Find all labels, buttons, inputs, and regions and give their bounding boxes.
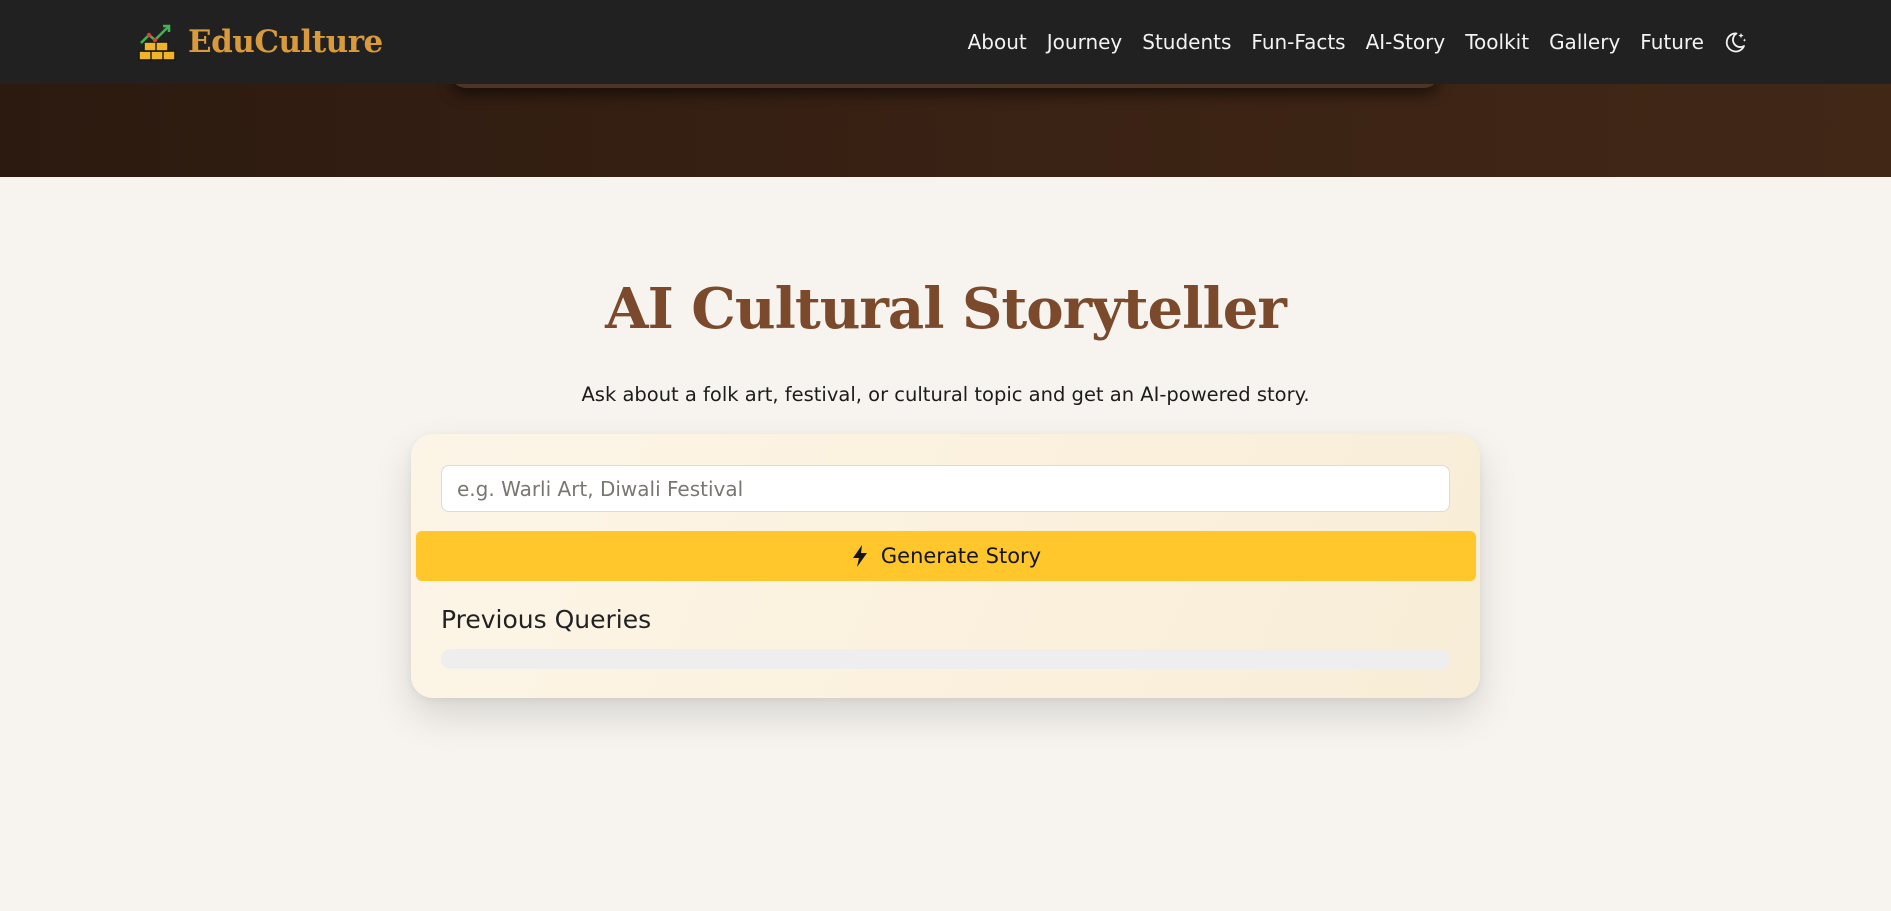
generate-story-label: Generate Story	[880, 544, 1042, 568]
bolt-icon	[852, 545, 867, 567]
nav-link-toolkit[interactable]: Toolkit	[1465, 30, 1529, 54]
topic-input[interactable]	[441, 465, 1450, 512]
previous-queries-list	[441, 649, 1450, 669]
brand-name: EduCulture	[188, 24, 383, 60]
nav-link-ai-story[interactable]: AI-Story	[1366, 30, 1446, 54]
nav-link-journey[interactable]: Journey	[1047, 30, 1123, 54]
nav-link-about[interactable]: About	[968, 30, 1027, 54]
nav-link-future[interactable]: Future	[1640, 30, 1704, 54]
moon-stars-icon[interactable]	[1722, 29, 1748, 55]
section-title: AI Cultural Storyteller	[605, 276, 1287, 342]
nav-link-fun-facts[interactable]: Fun-Facts	[1251, 30, 1345, 54]
chart-growth-icon	[138, 24, 176, 61]
top-navbar: EduCulture About Journey Students Fun-Fa…	[0, 0, 1891, 84]
generate-story-button[interactable]: Generate Story	[416, 531, 1476, 581]
storyteller-card: Generate Story Previous Queries	[411, 434, 1480, 698]
previous-queries-heading: Previous Queries	[441, 605, 652, 634]
hero-section-bottom	[0, 84, 1891, 177]
brand-logo-link[interactable]: EduCulture	[136, 22, 383, 62]
nav-menu: About Journey Students Fun-Facts AI-Stor…	[948, 0, 1891, 84]
nav-link-students[interactable]: Students	[1142, 30, 1231, 54]
section-subtitle: Ask about a folk art, festival, or cultu…	[581, 383, 1310, 406]
nav-link-gallery[interactable]: Gallery	[1549, 30, 1620, 54]
